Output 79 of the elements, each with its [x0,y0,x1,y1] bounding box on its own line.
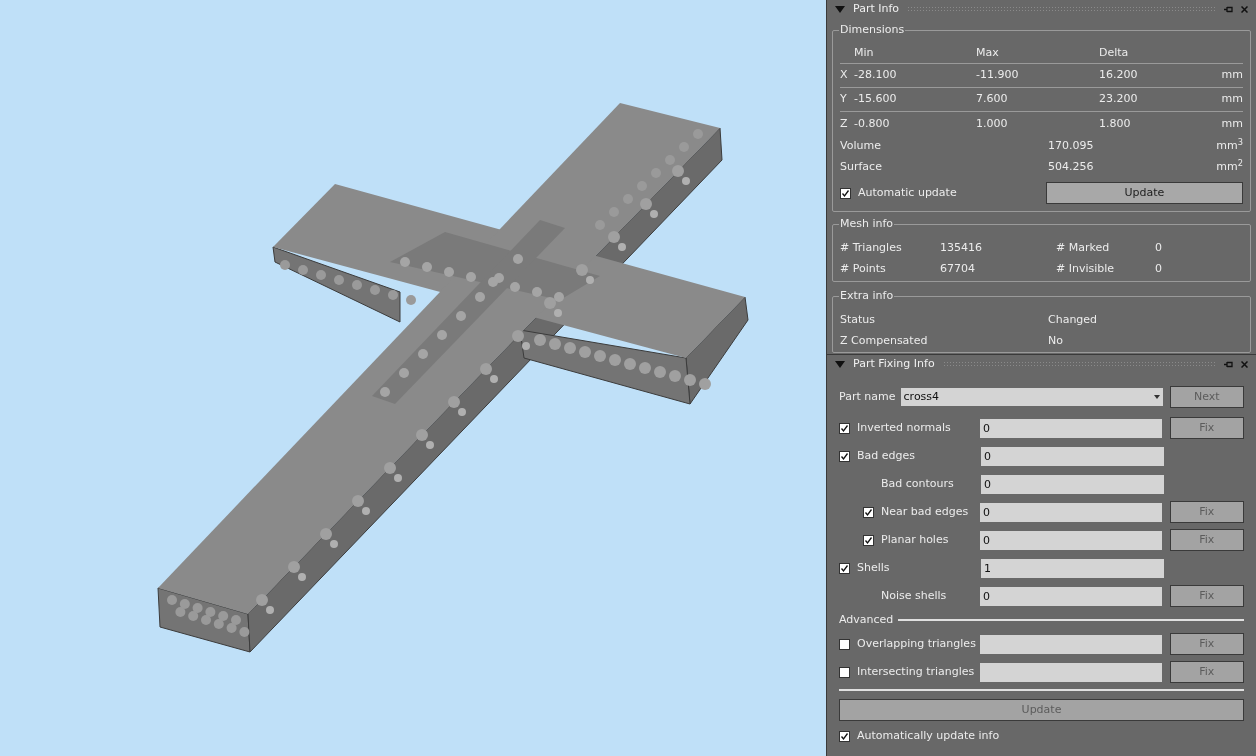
table-cell-text: -11.900 [976,67,1020,84]
field-label: Surface [840,159,883,176]
input-field[interactable]: 0 [980,530,1162,550]
close-icon[interactable] [1241,5,1248,13]
checkbox[interactable] [839,422,850,434]
collapse-triangle-icon[interactable] [835,360,845,368]
input-field[interactable]: 1 [981,558,1164,578]
checkbox[interactable] [863,506,874,518]
table-cell-text: -28.100 [854,67,898,84]
field-value: No [1048,333,1064,349]
checkbox-label: Near bad edges [881,503,969,520]
dropdown-value: cross4 [903,388,940,405]
field-label: # Invisible [1056,261,1116,277]
checkbox-label: Bad edges [857,447,915,464]
button[interactable]: Update [1045,182,1243,204]
unit-label: mm$^{2}$ [1215,159,1243,176]
table-cell-text: 1.000 [976,115,1009,132]
checkbox-label: Shells [857,559,890,576]
table-cell-text: 16.200 [1099,67,1139,84]
input-field[interactable]: 0 [980,586,1162,606]
input-field[interactable]: 0 [979,418,1162,438]
dropdown-caret-icon [1153,395,1160,399]
checkbox-label: Automatic update [858,184,957,201]
unit-label: mm [1220,67,1243,84]
input-field[interactable]: 0 [980,502,1162,522]
field-value: 0 [1155,240,1163,256]
input-field[interactable] [979,634,1162,654]
dropdown[interactable]: cross4 [900,388,1163,406]
checkbox-label: Overlapping triangles [857,635,976,652]
checkbox-label: Intersecting triangles [857,663,975,680]
field-value: 170.095 [1048,138,1095,155]
field-label: Volume [840,138,882,155]
column-header: Min [854,44,875,61]
field-label: # Points [840,261,887,277]
input-field[interactable]: 0 [981,446,1164,466]
table-cell-text: -0.800 [854,115,891,132]
checkbox[interactable] [839,730,850,742]
table-cell-text: 1.800 [1099,115,1132,132]
checkbox[interactable] [839,666,850,678]
field-label: Noise shells [881,587,947,604]
table-cell-text: -15.600 [854,91,898,108]
field-label: # Marked [1056,240,1111,256]
field-value: 67704 [940,261,976,277]
panel-title: Part Info [853,0,900,17]
unit-label: mm [1220,115,1243,132]
field-value: 135416 [940,240,983,256]
field-value: Changed [1048,312,1099,328]
axis-label: X [840,67,849,84]
table-cell-text: 23.200 [1099,91,1139,108]
panel-title: Part Fixing Info [853,355,935,372]
field-label: # Triangles [840,240,903,256]
field-label: Bad contours [881,475,954,492]
input-field[interactable]: 0 [981,474,1164,494]
close-icon[interactable] [1241,360,1248,368]
checkbox[interactable] [839,450,850,462]
field-label: Status [840,312,877,328]
section-label: Advanced [839,611,894,628]
field-label: Z Compensated [840,333,929,349]
unit-label: mm [1220,91,1243,108]
input-field[interactable] [979,662,1162,682]
checkbox-label: Planar holes [881,531,949,548]
checkbox-label: Automatically update info [857,727,1000,744]
pin-icon[interactable] [1224,360,1233,368]
axis-label: Z [840,115,849,132]
column-header: Max [976,44,1000,61]
field-label: Part name [839,388,897,405]
pin-icon[interactable] [1224,5,1233,13]
unit-label: mm$^{3}$ [1215,138,1243,155]
axis-label: Y [840,91,848,108]
field-value: 504.256 [1048,159,1095,176]
collapse-triangle-icon[interactable] [835,5,845,13]
field-value: 0 [1155,261,1163,277]
checkbox[interactable] [839,562,850,574]
checkbox[interactable] [839,638,850,650]
table-cell-text: 7.600 [976,91,1009,108]
checkbox[interactable] [840,187,851,199]
checkbox-label: Inverted normals [857,419,951,436]
column-header: Delta [1099,44,1130,61]
checkbox[interactable] [863,534,874,546]
